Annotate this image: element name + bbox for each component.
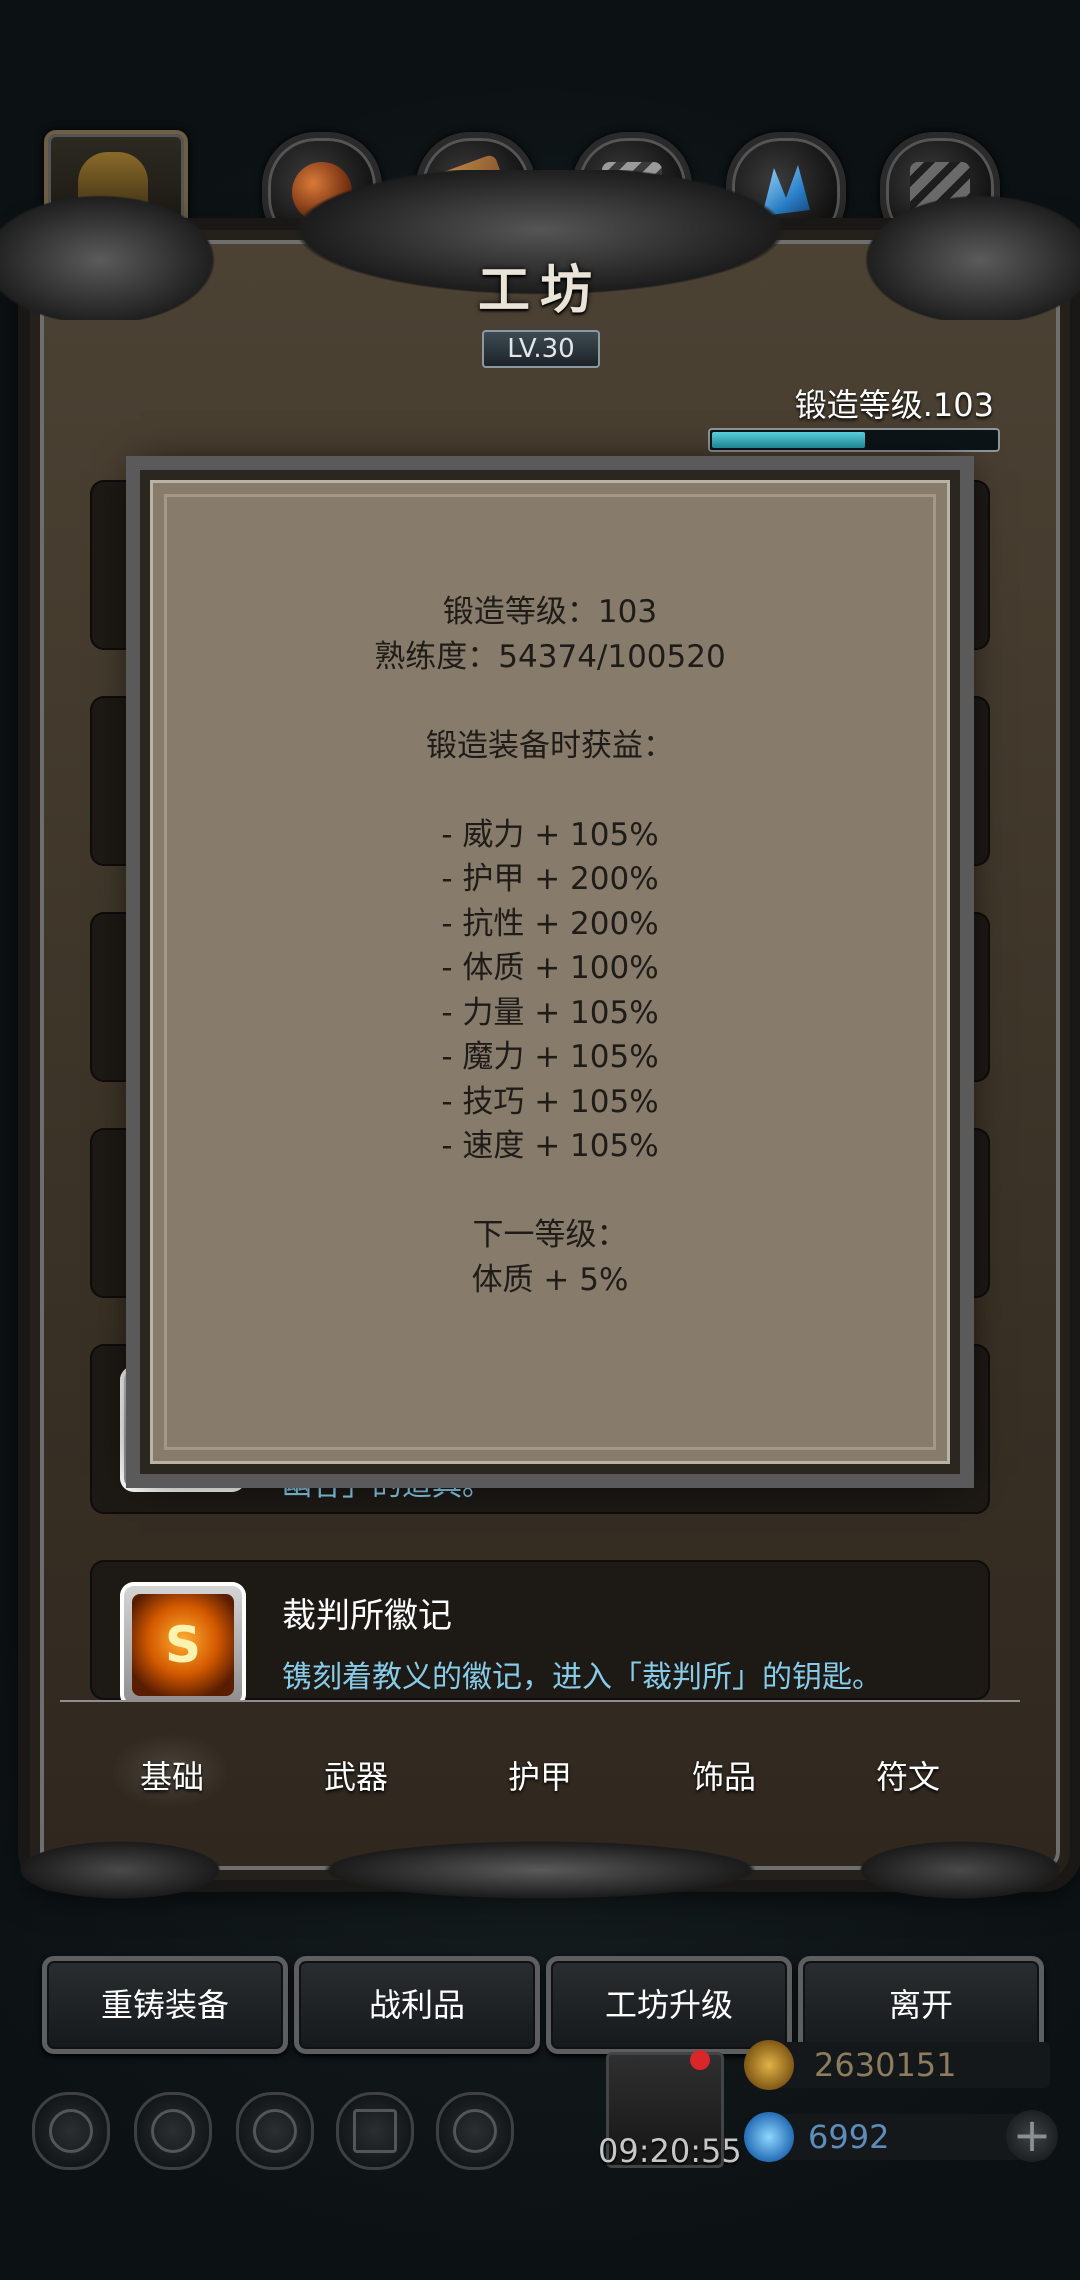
notification-dot	[690, 2050, 710, 2070]
judgment-emblem-icon: S	[120, 1582, 246, 1700]
popup-line: - 魔力 + 105%	[441, 1039, 659, 1075]
tab-basic[interactable]: 基础	[92, 1752, 252, 1798]
level-badge: LV.30	[482, 330, 600, 368]
gold-amount: 2630151	[814, 2046, 957, 2084]
workshop-upgrade-button[interactable]: 工坊升级	[546, 1956, 792, 2054]
leave-button[interactable]: 离开	[798, 1956, 1044, 2054]
popup-spacer	[150, 679, 950, 724]
popup-text: 锻造等级：103 熟练度：54374/100520 锻造装备时获益： - 威力 + 1…	[150, 590, 950, 1302]
map-button[interactable]	[436, 2092, 514, 2170]
reforge-button[interactable]: 重铸装备	[42, 1956, 288, 2054]
star-icon	[151, 2109, 195, 2153]
popup-spacer	[150, 768, 950, 813]
popup-line: - 威力 + 105%	[441, 816, 659, 853]
popup-line: 锻造等级：103	[442, 594, 658, 630]
page-title: 工坊	[477, 260, 602, 321]
mail-button[interactable]	[336, 2092, 414, 2170]
forge-level-popup[interactable]: 锻造等级：103 熟练度：54374/100520 锻造装备时获益： - 威力 + 1…	[140, 470, 960, 1474]
item-description: 镌刻着教义的徽记，进入「裁判所」的钥匙。	[282, 1660, 882, 1695]
tab-runes[interactable]: 符文	[828, 1752, 988, 1798]
gem-amount: 6992	[808, 2118, 890, 2156]
popup-spacer	[150, 1169, 950, 1214]
tab-accessories[interactable]: 饰品	[644, 1752, 804, 1798]
shop-button[interactable]	[236, 2092, 314, 2170]
mail-icon	[353, 2109, 397, 2153]
list-item-judgment-emblem[interactable]: S 裁判所徽记 镌刻着教义的徽记，进入「裁判所」的钥匙。	[90, 1560, 990, 1700]
settings-button[interactable]	[32, 2092, 110, 2170]
gem-icon	[744, 2112, 794, 2162]
frame-bottom-ornament	[0, 1835, 1080, 1905]
tabs-divider	[60, 1700, 1020, 1702]
popup-line: 下一等级：	[472, 1217, 628, 1253]
item-name: 裁判所徽记	[282, 1596, 452, 1636]
loot-button[interactable]: 战利品	[294, 1956, 540, 2054]
popup-line: 锻造装备时获益：	[426, 727, 674, 764]
countdown-timer: 09:20:55	[598, 2132, 742, 2170]
popup-line: - 抗性 + 200%	[441, 905, 659, 942]
gold-coin-icon	[744, 2040, 794, 2090]
shop-icon	[253, 2109, 297, 2153]
forge-progress-fill	[712, 432, 866, 448]
popup-line: - 速度 + 105%	[441, 1128, 659, 1164]
tab-armor[interactable]: 护甲	[460, 1752, 620, 1798]
forge-progress-bar	[708, 428, 1000, 452]
popup-line: 体质 + 5%	[471, 1261, 629, 1298]
tab-weapons[interactable]: 武器	[276, 1752, 436, 1798]
popup-line: - 力量 + 105%	[441, 994, 659, 1031]
popup-line: 熟练度：54374/100520	[374, 638, 726, 675]
popup-line: - 技巧 + 105%	[441, 1083, 659, 1120]
popup-line: - 护甲 + 200%	[441, 861, 659, 897]
forge-level-label: 锻造等级.103	[794, 386, 994, 424]
map-icon	[453, 2109, 497, 2153]
emblem-glyph: S	[164, 1616, 201, 1674]
achievements-button[interactable]	[134, 2092, 212, 2170]
popup-line: - 体质 + 100%	[441, 950, 659, 986]
add-gems-button[interactable]: +	[1006, 2110, 1058, 2162]
gear-icon	[49, 2109, 93, 2153]
